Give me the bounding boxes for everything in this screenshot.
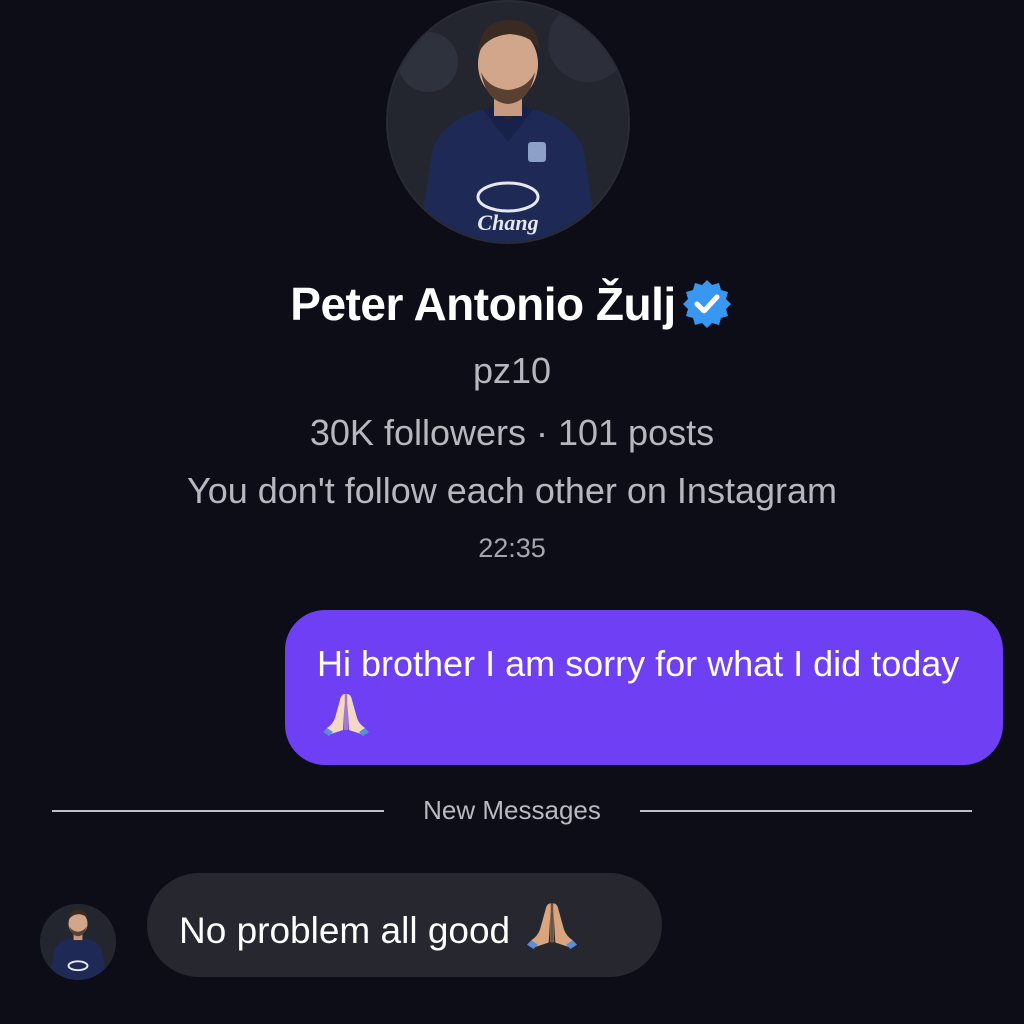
profile-photo-icon: Chang <box>388 2 628 242</box>
divider-line-right <box>640 810 972 812</box>
profile-stats: 30K followers · 101 posts <box>309 412 715 453</box>
sender-photo-icon <box>40 904 116 980</box>
svg-text:Chang: Chang <box>477 210 538 235</box>
new-messages-divider: New Messages <box>423 795 601 825</box>
profile-username: pz10 <box>472 350 552 391</box>
divider-line-left <box>52 810 384 812</box>
profile-name-row: Peter Antonio Žulj <box>0 272 1024 336</box>
received-message-text: No problem all good <box>179 910 511 951</box>
sent-message-bubble[interactable]: Hi brother I am sorry for what I did tod… <box>285 610 1003 765</box>
received-message-bubble[interactable]: No problem all good <box>147 873 662 977</box>
profile-name: Peter Antonio Žulj <box>290 278 676 330</box>
folded-hands-icon <box>524 899 580 963</box>
sender-avatar[interactable] <box>40 904 116 980</box>
follow-status-text: You don't follow each other on Instagram <box>187 470 837 511</box>
message-timestamp: 22:35 <box>478 533 546 563</box>
verified-badge-icon <box>680 277 734 331</box>
folded-hands-icon <box>321 690 371 750</box>
profile-avatar[interactable]: Chang <box>386 0 630 244</box>
sent-message-text: Hi brother I am sorry for what I did tod… <box>317 643 960 684</box>
dm-thread-screen: Chang Peter Antonio Žulj pz10 30K follow… <box>0 0 1024 1024</box>
